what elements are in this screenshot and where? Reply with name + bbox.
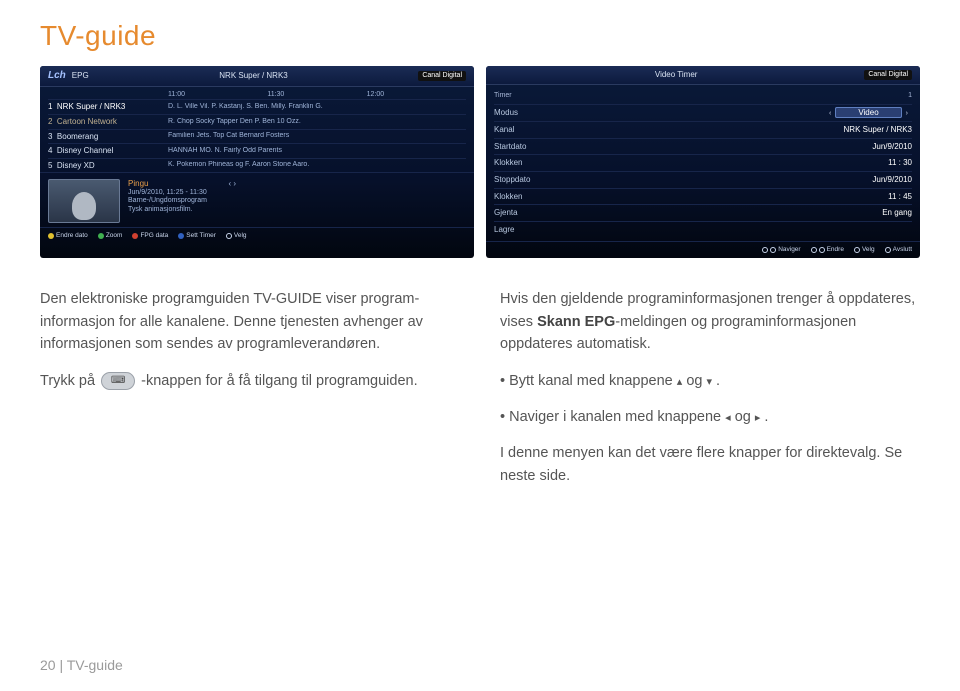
body-columns: Den elektroniske programguiden TV-GUIDE … — [40, 288, 920, 501]
footer-item[interactable]: Zoom — [98, 232, 123, 240]
timer-row[interactable]: Klokken11 : 45 — [494, 188, 912, 205]
epg-row[interactable]: 3 Boomerang Familien Jets. Top Cat Berna… — [48, 129, 466, 144]
footer-item[interactable]: Velg — [854, 246, 875, 254]
timer-row[interactable]: Modus ‹Video› — [494, 104, 912, 121]
epg-footer: Endre dato Zoom FPG data Sett Timer Velg — [40, 227, 474, 244]
epg-row[interactable]: 4 Disney Channel HANNAH MO. N. Fairly Od… — [48, 143, 466, 158]
timer-row[interactable]: StoppdatoJun/9/2010 — [494, 171, 912, 188]
timer-footer: Naviger Endre Velg Avslutt — [486, 241, 920, 258]
preview-title: Pingu — [128, 179, 148, 188]
preview-time: Jun/9/2010, 11:25 - 11:30 — [128, 189, 466, 197]
epg-header: Lch EPG NRK Super / NRK3 Canal Digital — [40, 66, 474, 87]
footer-item[interactable]: Sett Timer — [178, 232, 216, 240]
epg-title: EPG — [72, 71, 89, 81]
timecol: 11:30 — [267, 91, 366, 99]
preview-thumb — [48, 179, 120, 223]
footer-item[interactable]: Endre dato — [48, 232, 88, 240]
timer-row[interactable]: Klokken11 : 30 — [494, 154, 912, 171]
footer-item[interactable]: Velg — [226, 232, 247, 240]
paragraph: Hvis den gjeldende programinformasjonen … — [500, 288, 920, 355]
timer-header: Video Timer Canal Digital — [486, 66, 920, 85]
footer-item[interactable]: Naviger — [762, 246, 800, 254]
timer-row[interactable]: GjentaEn gang — [494, 204, 912, 221]
bullet: • Bytt kanal med knappene ▴ og ▾ . — [500, 370, 920, 392]
timer-screenshot: Video Timer Canal Digital Timer 1 Modus … — [486, 66, 920, 258]
brand-badge: Canal Digital — [864, 70, 912, 80]
epg-row[interactable]: 5 Disney XD K. Pokemon Phineas og F. Aar… — [48, 158, 466, 173]
screenshots-row: Lch EPG NRK Super / NRK3 Canal Digital 1… — [40, 66, 920, 258]
timer-sub-left: Timer — [494, 92, 512, 100]
timer-row[interactable]: StartdatoJun/9/2010 — [494, 138, 912, 155]
brand-badge: Canal Digital — [418, 71, 466, 81]
footer-item[interactable]: FPG data — [132, 232, 168, 240]
preview-category: Barne-/Ungdomsprogram — [128, 197, 466, 205]
timecol: 11:00 — [168, 91, 267, 99]
epg-row[interactable]: 2 Cartoon Network R. Chop Socky Tapper D… — [48, 114, 466, 129]
preview-desc: Tysk animasjonsfilm. — [128, 206, 466, 214]
epg-logo: Lch — [48, 70, 66, 82]
epg-grid: 1 NRK Super / NRK3 D. L. Ville Vil. P. K… — [40, 99, 474, 172]
page-title: TV-guide — [40, 20, 920, 52]
timer-title: Video Timer — [655, 70, 698, 80]
page-footer: 20 | TV-guide — [40, 657, 123, 673]
bullet: • Naviger i kanalen med knappene ◂ og ▸ … — [500, 406, 920, 428]
timer-row[interactable]: KanalNRK Super / NRK3 — [494, 121, 912, 138]
right-column: Hvis den gjeldende programinformasjonen … — [500, 288, 920, 501]
timecol: 12:00 — [367, 91, 466, 99]
epg-screenshot: Lch EPG NRK Super / NRK3 Canal Digital 1… — [40, 66, 474, 258]
epg-subheader: NRK Super / NRK3 — [219, 71, 287, 81]
epg-preview: Pingu ‹ › Jun/9/2010, 11:25 - 11:30 Barn… — [40, 172, 474, 227]
paragraph: Den elektroniske programguiden TV-GUIDE … — [40, 288, 460, 355]
footer-item[interactable]: Endre — [811, 246, 844, 254]
epg-time-header: 11:00 11:30 12:00 — [40, 91, 474, 99]
footer-item[interactable]: Avslutt — [885, 246, 912, 254]
epg-row[interactable]: 1 NRK Super / NRK3 D. L. Ville Vil. P. K… — [48, 99, 466, 114]
paragraph: Trykk på ⌨ -knappen for å få tilgang til… — [40, 370, 460, 392]
timer-sub-right: 1 — [908, 92, 912, 100]
timer-row[interactable]: Lagre — [494, 221, 912, 238]
paragraph: I denne menyen kan det være flere knappe… — [500, 442, 920, 487]
left-column: Den elektroniske programguiden TV-GUIDE … — [40, 288, 460, 501]
guide-button-icon: ⌨ — [101, 372, 135, 390]
